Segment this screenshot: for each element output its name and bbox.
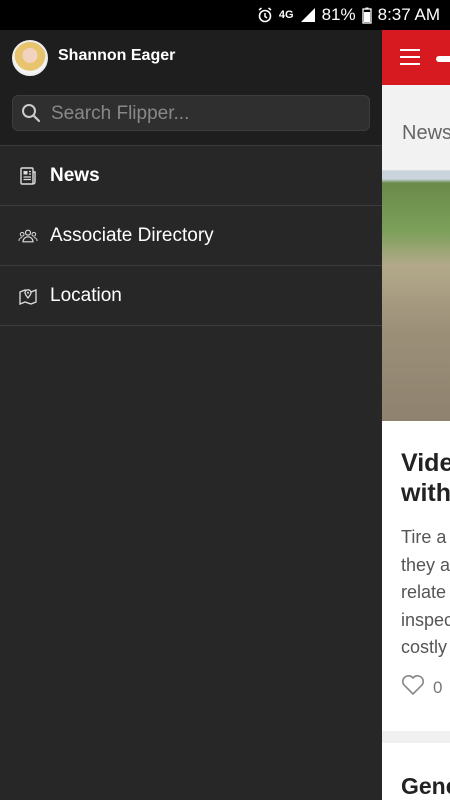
people-icon [18,229,38,242]
avatar[interactable] [12,40,48,76]
news-icon [20,166,36,185]
clock: 8:37 AM [377,5,440,24]
background-app: News Vide with Tire a they a relate insp… [382,30,450,800]
navigation-drawer: Shannon Eager News [0,30,382,800]
search-input[interactable] [49,96,363,132]
app-logo [436,56,450,62]
app-bar [382,30,450,85]
search-box[interactable] [12,95,370,132]
menu-item-label: News [50,164,100,186]
heart-icon[interactable] [401,674,425,701]
like-control[interactable]: 0 [401,674,442,701]
section-title: News [402,122,450,144]
menu-item-associate-directory[interactable]: Associate Directory [0,206,382,266]
menu-item-label: Location [50,284,122,306]
article-excerpt: Tire a they a relate inspec costly [401,527,450,657]
status-bar: 4G 81% 8:37 AM [0,0,450,30]
user-name[interactable]: Shannon Eager [58,47,175,65]
menu-item-label: Associate Directory [50,224,214,246]
signal-icon [300,7,316,23]
like-count: 0 [433,677,443,697]
next-article-title: Gene [401,773,450,799]
battery-percent: 81% [321,5,356,24]
map-pin-icon [19,288,37,305]
menu-item-location[interactable]: Location [0,266,382,326]
article-card[interactable]: Vide with Tire a they a relate inspec co… [382,421,450,731]
search-icon [22,104,41,123]
article-title: Vide with [401,449,450,507]
alarm-icon [257,7,273,23]
menu-icon[interactable] [400,49,420,65]
drawer-menu: News Associate Directory Location [0,146,382,326]
next-article-card[interactable]: Gene [382,743,450,800]
drawer-header: Shannon Eager [0,30,382,146]
battery-icon [361,7,372,24]
network-type: 4G [278,9,294,21]
article-image[interactable] [382,171,450,421]
menu-item-news[interactable]: News [0,146,382,206]
